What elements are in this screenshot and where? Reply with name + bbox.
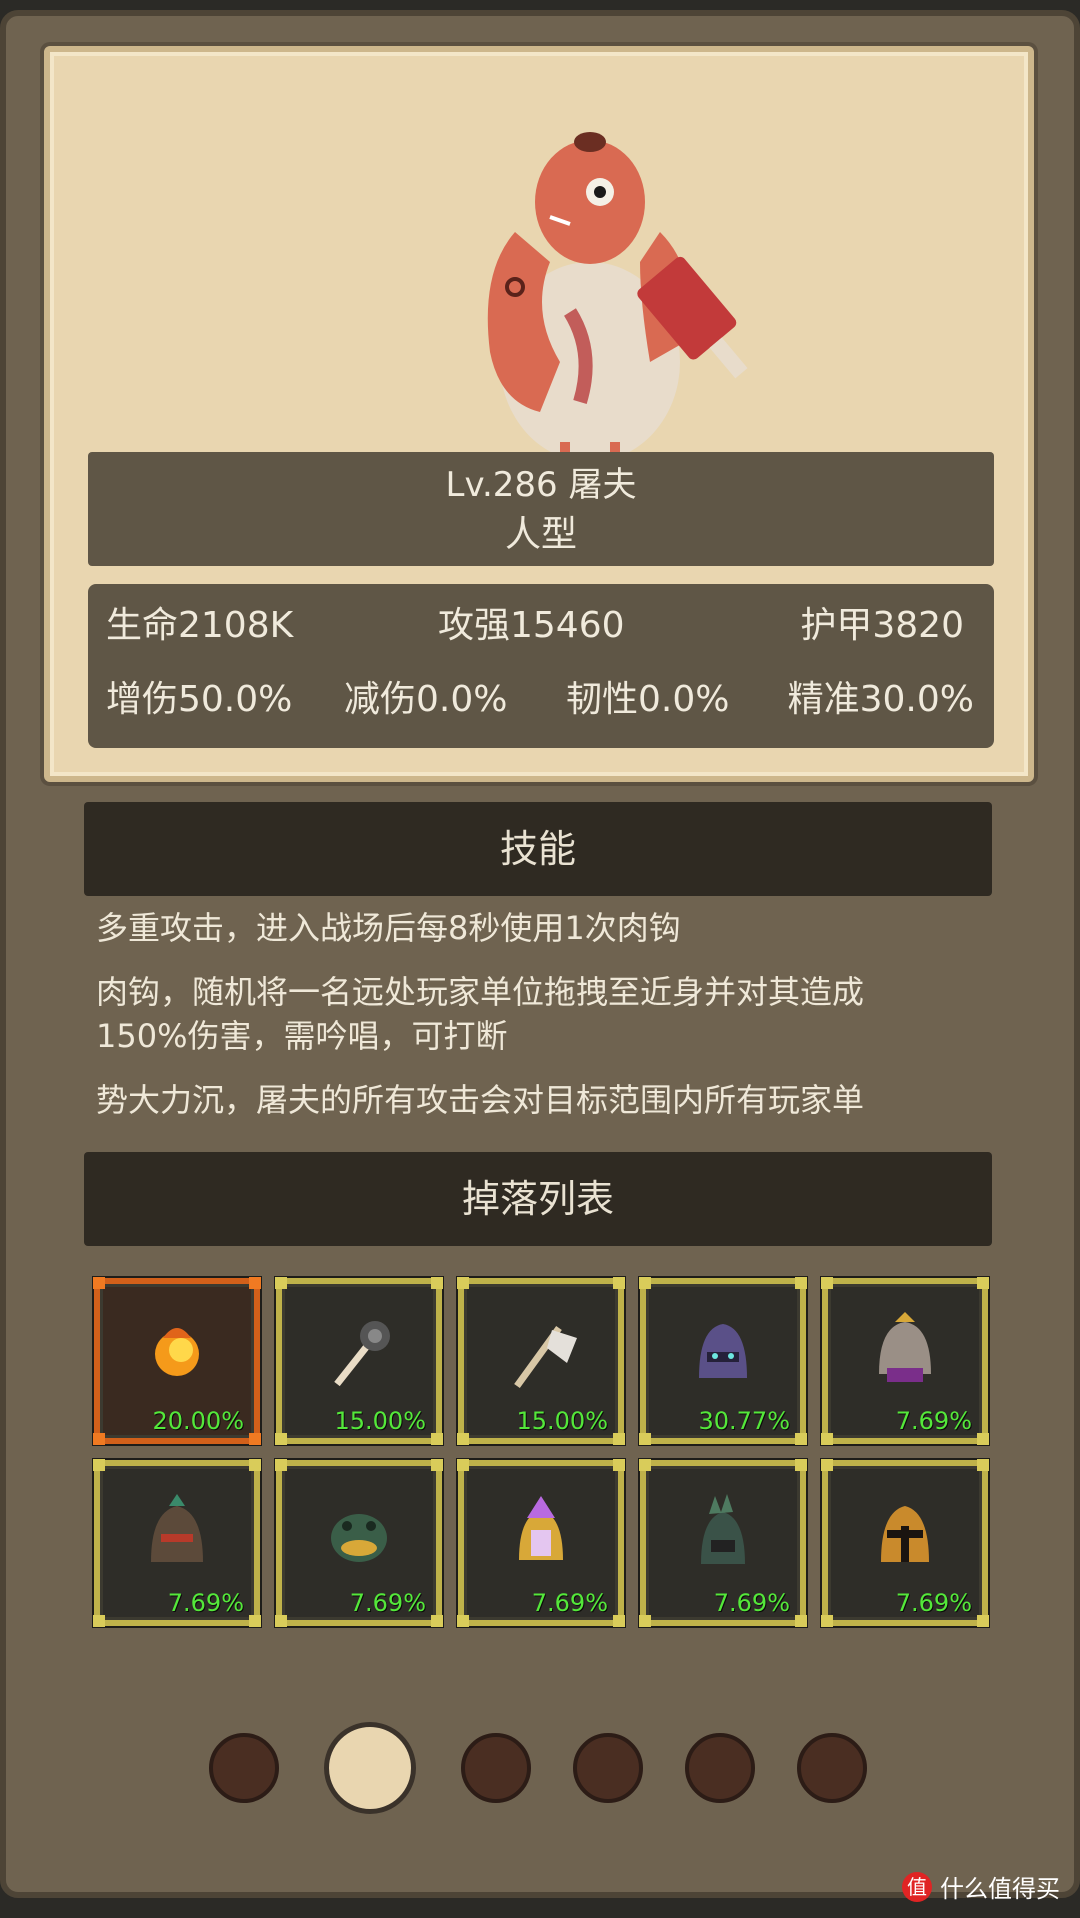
skill-line: 势大力沉，屠夫的所有攻击会对目标范围内所有玩家单 bbox=[96, 1081, 865, 1119]
stat-damage-reduction: 减伤0.0% bbox=[344, 679, 508, 720]
slot-corner bbox=[977, 1459, 989, 1471]
slot-corner bbox=[431, 1615, 443, 1627]
drop-item-slot[interactable]: 15.00% bbox=[275, 1277, 443, 1445]
drop-item-slot[interactable]: 7.69% bbox=[93, 1459, 261, 1627]
watermark-logo-icon: 值 bbox=[902, 1871, 932, 1902]
drop-rate: 15.00% bbox=[516, 1407, 608, 1435]
spiked-mace-icon bbox=[334, 1321, 390, 1387]
page-dot-active[interactable] bbox=[324, 1722, 416, 1814]
stat-toughness: 韧性0.0% bbox=[566, 679, 730, 720]
monster-level-name: Lv.286 屠夫 bbox=[445, 465, 637, 505]
skill-line: 肉钩，随机将一名远处玩家单位拖拽至近身并对其造成 bbox=[96, 973, 865, 1011]
drop-rate: 7.69% bbox=[349, 1589, 426, 1617]
page-dot[interactable] bbox=[685, 1733, 755, 1803]
slot-corner bbox=[795, 1433, 807, 1445]
monster-name-bar: Lv.286 屠夫 人型 bbox=[88, 452, 994, 566]
slot-corner bbox=[275, 1433, 287, 1445]
drop-rate: 7.69% bbox=[167, 1589, 244, 1617]
slot-corner bbox=[249, 1433, 261, 1445]
stat-damage-increase: 增伤50.0% bbox=[106, 679, 293, 720]
slot-corner bbox=[93, 1277, 105, 1289]
slot-corner bbox=[821, 1615, 833, 1627]
slot-corner bbox=[977, 1433, 989, 1445]
watermark: 值 什么值得买 bbox=[902, 1869, 1060, 1904]
slot-corner bbox=[431, 1459, 443, 1471]
slot-corner bbox=[977, 1277, 989, 1289]
slot-corner bbox=[795, 1277, 807, 1289]
drop-rate: 7.69% bbox=[895, 1589, 972, 1617]
slot-corner bbox=[275, 1615, 287, 1627]
slot-corner bbox=[275, 1459, 287, 1471]
drop-item-slot[interactable]: 7.69% bbox=[275, 1459, 443, 1627]
slot-corner bbox=[431, 1277, 443, 1289]
slot-corner bbox=[639, 1277, 651, 1289]
slot-corner bbox=[93, 1433, 105, 1445]
skill-line: 多重攻击，进入战场后每8秒使用1次肉钩 bbox=[96, 909, 681, 947]
drop-rate: 7.69% bbox=[895, 1407, 972, 1435]
stat-hp: 生命2108K bbox=[106, 605, 294, 646]
drop-item-slot[interactable]: 7.69% bbox=[821, 1459, 989, 1627]
slot-corner bbox=[275, 1277, 287, 1289]
slot-corner bbox=[613, 1277, 625, 1289]
monster-stats: 生命2108K 攻强15460 护甲3820 增伤50.0% 减伤0.0% 韧性… bbox=[88, 584, 994, 748]
gold-purple-helmet-icon bbox=[879, 1312, 931, 1382]
slot-corner bbox=[639, 1459, 651, 1471]
page-dot[interactable] bbox=[573, 1733, 643, 1803]
drop-item-slot[interactable]: 7.69% bbox=[821, 1277, 989, 1445]
drop-item-slot[interactable]: 15.00% bbox=[457, 1277, 625, 1445]
drop-rate: 20.00% bbox=[152, 1407, 244, 1435]
slot-corner bbox=[457, 1433, 469, 1445]
slot-corner bbox=[93, 1459, 105, 1471]
slot-corner bbox=[249, 1277, 261, 1289]
drop-rate: 7.69% bbox=[531, 1589, 608, 1617]
slot-corner bbox=[613, 1615, 625, 1627]
slot-corner bbox=[639, 1615, 651, 1627]
slot-corner bbox=[431, 1433, 443, 1445]
slot-corner bbox=[613, 1433, 625, 1445]
skills-header: 技能 bbox=[84, 802, 992, 896]
slot-corner bbox=[821, 1433, 833, 1445]
bone-axe-icon bbox=[514, 1325, 577, 1389]
slot-corner bbox=[457, 1277, 469, 1289]
slot-corner bbox=[93, 1615, 105, 1627]
drop-list-header: 掉落列表 bbox=[84, 1152, 992, 1246]
drop-rate: 7.69% bbox=[713, 1589, 790, 1617]
slot-corner bbox=[795, 1615, 807, 1627]
skill-line: 150%伤害，需吟唱，可打断 bbox=[96, 1017, 508, 1055]
stat-accuracy: 精准30.0% bbox=[787, 679, 974, 720]
page-dot[interactable] bbox=[461, 1733, 531, 1803]
watermark-text: 什么值得买 bbox=[940, 1875, 1060, 1903]
monster-portrait-card: Lv.286 屠夫 人型 生命2108K 攻强15460 护甲3820 增伤50… bbox=[44, 46, 1034, 782]
green-frog-helmet-icon bbox=[331, 1514, 387, 1562]
stat-armor: 护甲3820 bbox=[800, 605, 964, 646]
slot-corner bbox=[639, 1433, 651, 1445]
drop-rate: 30.77% bbox=[698, 1407, 790, 1435]
stat-attack: 攻强15460 bbox=[438, 605, 625, 646]
drop-item-slot[interactable]: 20.00% bbox=[93, 1277, 261, 1445]
gold-spartan-helmet-icon bbox=[881, 1506, 929, 1562]
purple-helmet-icon bbox=[699, 1324, 747, 1378]
slot-corner bbox=[457, 1459, 469, 1471]
slot-corner bbox=[795, 1459, 807, 1471]
slot-corner bbox=[821, 1277, 833, 1289]
page-dot[interactable] bbox=[797, 1733, 867, 1803]
slot-corner bbox=[457, 1615, 469, 1627]
butcher-monster-image bbox=[487, 132, 748, 472]
drop-rate: 15.00% bbox=[334, 1407, 426, 1435]
green-spiked-helmet-icon bbox=[701, 1494, 745, 1564]
drop-item-slot[interactable]: 7.69% bbox=[639, 1459, 807, 1627]
monster-type: 人型 bbox=[504, 514, 577, 555]
crystal-crown-helmet-icon bbox=[519, 1496, 563, 1560]
drop-item-slot[interactable]: 7.69% bbox=[457, 1459, 625, 1627]
slot-corner bbox=[613, 1459, 625, 1471]
dragon-helmet-icon bbox=[151, 1494, 203, 1562]
page-dot[interactable] bbox=[209, 1733, 279, 1803]
drop-item-slot[interactable]: 30.77% bbox=[639, 1277, 807, 1445]
slot-corner bbox=[977, 1615, 989, 1627]
slot-corner bbox=[821, 1459, 833, 1471]
slot-corner bbox=[249, 1459, 261, 1471]
slot-corner bbox=[249, 1615, 261, 1627]
fire-orb-icon bbox=[155, 1328, 199, 1376]
